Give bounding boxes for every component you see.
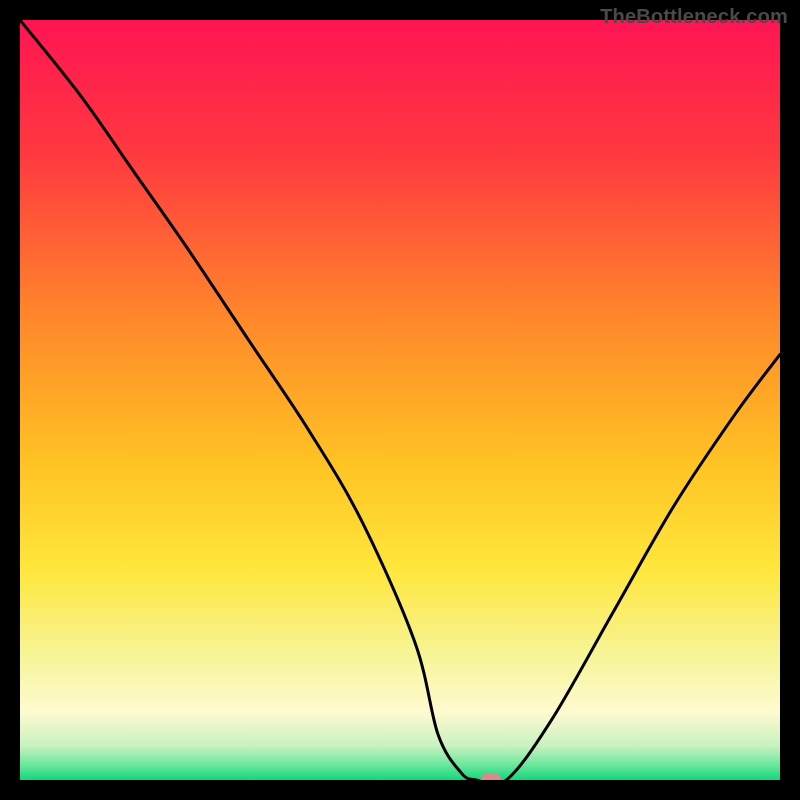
optimal-marker — [481, 773, 501, 780]
plot-area — [20, 20, 780, 780]
watermark-text: TheBottleneck.com — [600, 6, 788, 29]
curve-layer — [20, 20, 780, 780]
chart-container: TheBottleneck.com — [0, 0, 800, 800]
bottleneck-curve — [20, 20, 780, 780]
